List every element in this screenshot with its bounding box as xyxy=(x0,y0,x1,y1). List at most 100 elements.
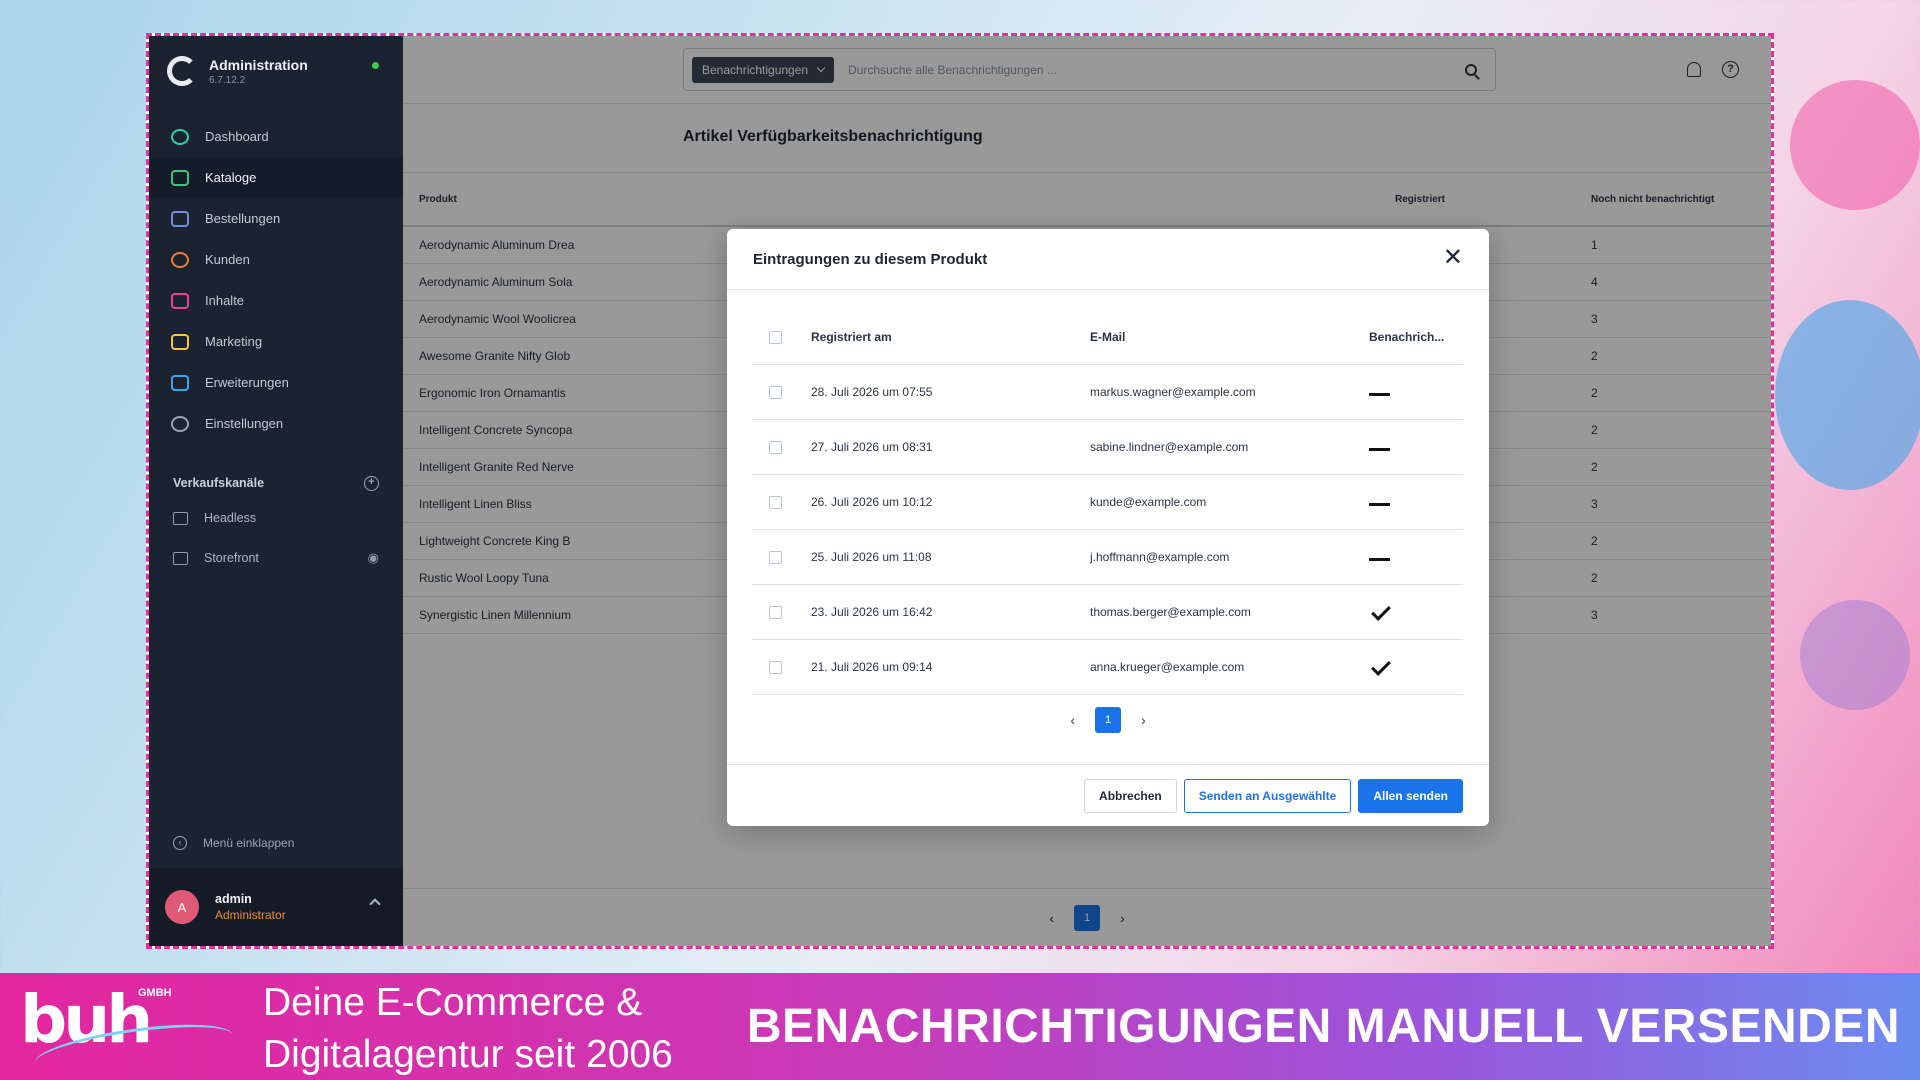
table-row[interactable]: 26. Juli 2026 um 10:12 kunde@example.com xyxy=(752,475,1463,530)
megaphone-icon xyxy=(171,333,189,350)
sidebar-item-dashboard[interactable]: Dashboard xyxy=(149,116,403,157)
sidebar-item-storefront[interactable]: Storefront ◉ xyxy=(149,538,403,578)
banner-headline: BENACHRICHTIGUNGEN MANUELL VERSENDEN xyxy=(746,1000,1900,1053)
sales-channels-title: Verkaufskanäle xyxy=(173,476,265,490)
send-all-button[interactable]: Allen senden xyxy=(1358,778,1463,813)
sidebar-item-kataloge[interactable]: Kataloge xyxy=(149,157,403,198)
catalog-icon xyxy=(171,169,189,186)
registered-date: 23. Juli 2026 um 16:42 xyxy=(811,605,933,619)
checkmark-icon xyxy=(1371,656,1391,676)
row-checkbox[interactable] xyxy=(769,605,782,619)
page-button[interactable]: 1 xyxy=(1095,707,1121,733)
sidebar-item-erweiterungen[interactable]: Erweiterungen xyxy=(149,362,403,403)
tagline-line-2: Digitalagentur seit 2006 xyxy=(263,1033,673,1076)
row-checkbox[interactable] xyxy=(769,495,782,509)
row-checkbox[interactable] xyxy=(769,440,782,454)
app-header: Administration 6.7.12.2 xyxy=(149,36,403,106)
registered-date: 27. Juli 2026 um 08:31 xyxy=(811,440,933,454)
status-dot xyxy=(372,62,379,69)
user-role: Administrator xyxy=(215,908,286,922)
registered-date: 21. Juli 2026 um 09:14 xyxy=(811,660,933,674)
sidebar-item-einstellungen[interactable]: Einstellungen xyxy=(149,403,403,444)
cancel-button[interactable]: Abbrechen xyxy=(1084,778,1177,813)
eye-icon[interactable]: ◉ xyxy=(368,550,379,566)
table-header: Registriert am E-Mail Benachrich... xyxy=(752,310,1463,365)
app-title: Administration xyxy=(209,56,308,73)
not-notified-icon xyxy=(1369,558,1390,561)
email: j.hoffmann@example.com xyxy=(1090,550,1230,564)
modal-footer: Abbrechen Senden an Ausgewählte Allen se… xyxy=(727,764,1489,826)
modal-title: Eintragungen zu diesem Produkt xyxy=(753,250,988,268)
users-icon xyxy=(171,251,189,268)
sidebar-item-label: Kataloge xyxy=(205,170,257,185)
chevron-up-icon xyxy=(369,898,381,910)
registered-date: 26. Juli 2026 um 10:12 xyxy=(811,495,933,509)
sidebar-item-marketing[interactable]: Marketing xyxy=(149,321,403,362)
row-checkbox[interactable] xyxy=(769,550,782,564)
shopware-logo-icon xyxy=(167,56,197,86)
send-selected-button[interactable]: Senden an Ausgewählte xyxy=(1183,778,1352,813)
registrations-modal: Eintragungen zu diesem Produkt ✕ Registr… xyxy=(727,229,1489,826)
sidebar-item-kunden[interactable]: Kunden xyxy=(149,239,403,280)
email: kunde@example.com xyxy=(1090,495,1207,509)
modal-header: Eintragungen zu diesem Produkt ✕ xyxy=(727,229,1489,290)
user-menu[interactable]: A admin Administrator xyxy=(149,868,403,946)
registered-date: 28. Juli 2026 um 07:55 xyxy=(811,385,933,399)
table-row[interactable]: 27. Juli 2026 um 08:31 sabine.lindner@exa… xyxy=(752,420,1463,475)
not-notified-icon xyxy=(1369,503,1390,506)
column-header[interactable]: Benachrich... xyxy=(1369,330,1463,344)
sidebar-item-inhalte[interactable]: Inhalte xyxy=(149,280,403,321)
sidebar-item-headless[interactable]: Headless xyxy=(149,498,403,538)
banner-tagline: Deine E-Commerce & Digitalagentur seit 2… xyxy=(263,977,673,1080)
sidebar-item-label: Einstellungen xyxy=(205,416,284,431)
sidebar-item-bestellungen[interactable]: Bestellungen xyxy=(149,198,403,239)
registrations-table: Registriert am E-Mail Benachrich... 28. … xyxy=(752,310,1463,695)
add-channel-icon[interactable]: + xyxy=(364,475,379,491)
gauge-icon xyxy=(171,128,189,145)
collapse-menu[interactable]: ‹ Menü einklappen xyxy=(173,836,294,850)
storefront-icon xyxy=(173,551,188,565)
tagline-line-1: Deine E-Commerce & xyxy=(263,981,643,1024)
select-all-checkbox[interactable] xyxy=(769,330,782,344)
email: thomas.berger@example.com xyxy=(1090,605,1251,619)
shopping-bag-icon xyxy=(171,210,189,227)
decor-bubble xyxy=(1775,300,1920,490)
user-name: admin xyxy=(215,892,252,906)
main-nav: Dashboard Kataloge Bestellungen Kunden I… xyxy=(149,116,403,444)
email: anna.krueger@example.com xyxy=(1090,660,1245,674)
sidebar-item-label: Inhalte xyxy=(205,293,245,308)
close-icon[interactable]: ✕ xyxy=(1443,246,1463,270)
prev-page-button[interactable]: ‹ xyxy=(1070,712,1075,728)
logo-suffix: GMBH xyxy=(138,987,172,999)
column-header[interactable]: E-Mail xyxy=(1090,330,1369,344)
sidebar-item-label: Kunden xyxy=(205,252,250,267)
app-version: 6.7.12.2 xyxy=(209,74,246,86)
column-header[interactable]: Registriert am xyxy=(811,330,1090,344)
email: sabine.lindner@example.com xyxy=(1090,440,1249,454)
basket-icon xyxy=(173,511,188,525)
company-logo: buh GMBH xyxy=(20,979,236,1080)
table-row[interactable]: 25. Juli 2026 um 11:08 j.hoffmann@example… xyxy=(752,530,1463,585)
sidebar-item-label: Erweiterungen xyxy=(205,375,289,390)
table-row[interactable]: 21. Juli 2026 um 09:14 anna.krueger@examp… xyxy=(752,640,1463,695)
table-row[interactable]: 28. Juli 2026 um 07:55 markus.wagner@exam… xyxy=(752,365,1463,420)
decor-bubble xyxy=(1790,80,1920,210)
checkmark-icon xyxy=(1371,601,1391,621)
sidebar: Administration 6.7.12.2 Dashboard Katalo… xyxy=(149,36,403,946)
screenshot-frame: Administration 6.7.12.2 Dashboard Katalo… xyxy=(146,33,1774,949)
next-page-button[interactable]: › xyxy=(1141,712,1146,728)
plug-icon xyxy=(171,374,189,391)
gear-icon xyxy=(171,415,189,432)
chevron-left-icon: ‹ xyxy=(173,836,187,850)
sidebar-item-label: Dashboard xyxy=(205,129,269,144)
table-row[interactable]: 23. Juli 2026 um 16:42 thomas.berger@exam… xyxy=(752,585,1463,640)
not-notified-icon xyxy=(1369,448,1390,451)
avatar: A xyxy=(165,890,199,924)
sidebar-item-label: Bestellungen xyxy=(205,211,281,226)
email: markus.wagner@example.com xyxy=(1090,385,1256,399)
row-checkbox[interactable] xyxy=(769,660,782,674)
row-checkbox[interactable] xyxy=(769,385,782,399)
registered-date: 25. Juli 2026 um 11:08 xyxy=(811,550,932,564)
content-icon xyxy=(171,292,189,309)
modal-pagination: ‹ 1 › xyxy=(727,707,1489,733)
